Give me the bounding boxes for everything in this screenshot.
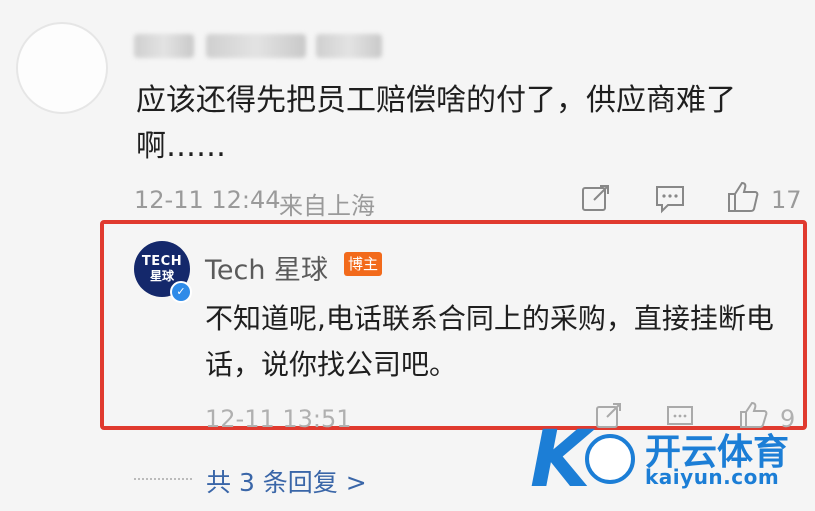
watermark-ball-icon <box>585 434 635 484</box>
commenter-avatar[interactable] <box>16 22 108 114</box>
comment-location: 来自上海 <box>279 192 375 220</box>
commenter-name-blurred-3 <box>316 34 382 58</box>
watermark-text-en: kaiyun.com <box>645 465 780 489</box>
reply-author-name[interactable]: Tech 星球 <box>205 248 328 287</box>
reply-time: 12-11 13:51 <box>205 405 352 433</box>
comment-time: 12-11 12:44 <box>134 186 281 214</box>
commenter-name-blurred[interactable] <box>134 34 194 58</box>
comment-text: 应该还得先把员工赔偿啥的付了，供应商难了啊…… <box>136 83 736 164</box>
reply-text: 不知道呢,电话联系合同上的采购，直接挂断电话，说你找公司吧。 <box>205 302 774 381</box>
comment-icon[interactable] <box>654 184 686 214</box>
like-icon[interactable] <box>726 180 760 214</box>
commenter-name-blurred-2 <box>206 34 306 58</box>
more-replies-link[interactable]: 共 3 条回复 > <box>206 463 367 499</box>
comment-like-count: 17 <box>771 186 802 214</box>
avatar-text-line1: TECH <box>141 254 183 269</box>
share-icon[interactable] <box>580 182 612 214</box>
reply-share-icon[interactable] <box>594 402 624 428</box>
verified-icon: ✓ <box>170 281 192 303</box>
blogger-badge: 博主 <box>344 252 383 276</box>
watermark-logo-icon: K <box>530 415 591 505</box>
dotted-divider <box>134 478 192 480</box>
